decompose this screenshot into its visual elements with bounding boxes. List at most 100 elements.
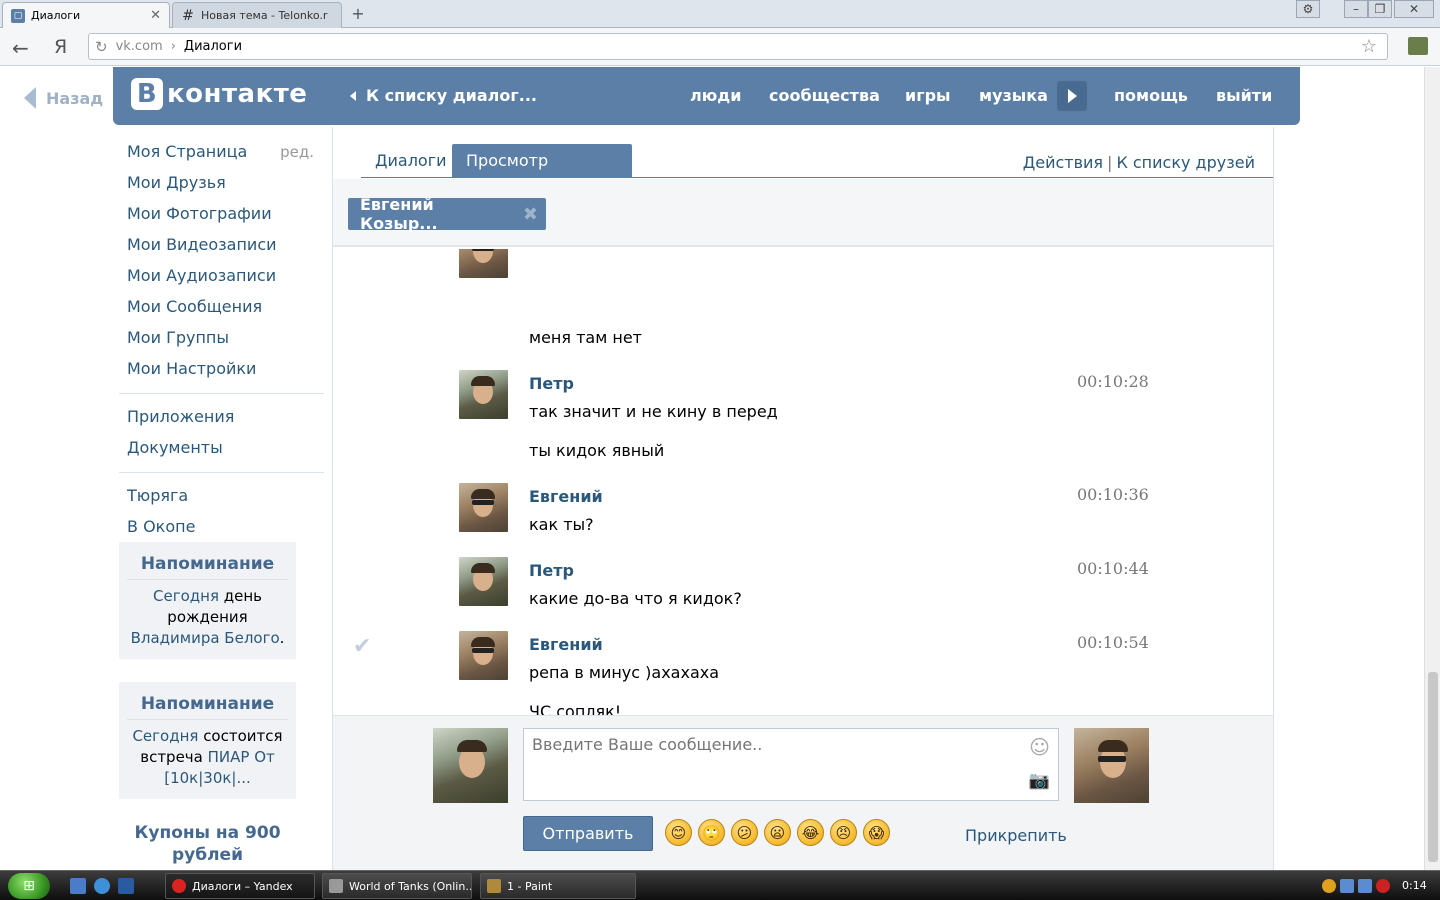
task-yandex[interactable]: Диалоги – Yandex: [165, 873, 315, 899]
sidebar-item-v-okope[interactable]: В Окопе: [119, 514, 324, 545]
nav-help[interactable]: помощь: [1114, 86, 1188, 105]
sidebar-item-groups[interactable]: Мои Группы: [119, 325, 324, 356]
bookmark-star-icon[interactable]: ☆: [1361, 36, 1377, 57]
nav-communities[interactable]: сообщества: [769, 86, 880, 105]
emoji-frown-icon[interactable]: 😦: [764, 819, 791, 846]
avatar[interactable]: [459, 249, 508, 278]
task-paint[interactable]: 1 - Paint: [480, 873, 636, 899]
message-sender[interactable]: Евгений: [529, 487, 603, 506]
my-avatar[interactable]: [433, 728, 508, 803]
omnibox[interactable]: ↻ vk.com › Диалоги ☆: [88, 33, 1388, 60]
sidebar-item-messages[interactable]: Мои Сообщения: [119, 294, 324, 325]
smiley-icon[interactable]: ☺: [1029, 735, 1050, 759]
reminder-person-link[interactable]: Владимира Белого: [131, 629, 280, 647]
actions-link[interactable]: Действия: [1023, 153, 1103, 172]
message-sender[interactable]: Евгений: [529, 635, 603, 654]
message-text: какие до-ва что я кидок?: [529, 589, 742, 608]
sidebar-item-settings[interactable]: Мои Настройки: [119, 356, 324, 387]
nav-games[interactable]: игры: [905, 86, 951, 105]
avatar[interactable]: [459, 370, 508, 419]
antivirus-icon[interactable]: [1376, 879, 1390, 893]
browser-tab-telonko[interactable]: # Новая тема - Telonko.r: [172, 2, 342, 28]
close-window-button[interactable]: ✕: [1394, 0, 1434, 18]
message-sender[interactable]: Петр: [529, 374, 574, 393]
message-input[interactable]: ☺ 📷: [523, 728, 1059, 801]
message-time: 00:10:44: [1077, 559, 1149, 578]
settings-gear-icon[interactable]: ⚙: [1296, 0, 1320, 18]
send-button[interactable]: Отправить: [523, 816, 653, 851]
network-icon[interactable]: [1358, 879, 1372, 893]
camera-icon[interactable]: 📷: [1029, 771, 1050, 791]
emoji-scream-icon[interactable]: 😱: [863, 819, 890, 846]
reminder-today-link[interactable]: Сегодня: [132, 727, 198, 745]
message-sender[interactable]: Петр: [529, 561, 574, 580]
dialog-chip[interactable]: Евгений Козыр... ✖: [348, 195, 546, 233]
extension-icon[interactable]: [1408, 37, 1428, 55]
avatar[interactable]: [459, 631, 508, 680]
sidebar-item-documents[interactable]: Документы: [119, 435, 324, 466]
nav-more-button[interactable]: [1057, 81, 1087, 111]
reminder-today-link[interactable]: Сегодня: [153, 587, 219, 605]
page-scrollbar[interactable]: [1424, 67, 1440, 870]
minimize-button[interactable]: –: [1344, 0, 1368, 18]
tray-icon[interactable]: [1322, 879, 1336, 893]
back-triangle-icon: [24, 87, 36, 109]
restore-button[interactable]: ❐: [1368, 0, 1392, 18]
page-viewport: Назад В контакте К списку диалог... люди…: [0, 67, 1424, 870]
coupon-ad-title[interactable]: Купоны на 900 рублей: [119, 822, 296, 866]
message-textarea[interactable]: [532, 735, 1050, 794]
save-icon[interactable]: [118, 878, 134, 894]
back-arrow-icon[interactable]: ←: [12, 36, 29, 60]
start-button[interactable]: ⊞: [8, 873, 50, 899]
address-bar-row: ← Я ↻ vk.com › Диалоги ☆: [0, 28, 1440, 66]
windows-taskbar: ⊞ Диалоги – Yandex World of Tanks (Onlin…: [0, 870, 1440, 900]
scroll-thumb[interactable]: [1428, 672, 1438, 862]
close-tab-icon[interactable]: ✕: [150, 8, 161, 23]
browser-tab-dialogs[interactable]: ▢ Диалоги ✕: [2, 2, 170, 28]
attach-link[interactable]: Прикрепить: [965, 826, 1067, 845]
show-desktop-icon[interactable]: [70, 878, 86, 894]
sidebar-item-photos[interactable]: Мои Фотографии: [119, 201, 324, 232]
emoji-roll-eyes-icon[interactable]: 🙄: [698, 819, 725, 846]
nav-music[interactable]: музыка: [979, 86, 1048, 105]
new-tab-button[interactable]: +: [348, 5, 368, 23]
emoji-laugh-icon[interactable]: 😂: [797, 819, 824, 846]
yandex-icon[interactable]: Я: [54, 36, 67, 58]
avatar[interactable]: [459, 557, 508, 606]
reminder-tail: .: [279, 629, 285, 647]
tab-dialogs[interactable]: Диалоги: [361, 144, 461, 178]
ie-icon[interactable]: [94, 878, 110, 894]
recipient-avatar[interactable]: [1074, 728, 1149, 803]
url-path: Диалоги: [183, 39, 243, 54]
vk-favicon-icon: ▢: [11, 8, 25, 23]
emoji-smile-icon[interactable]: 😊: [665, 819, 692, 846]
actions-separator: |: [1107, 153, 1113, 172]
clock[interactable]: 0:14: [1402, 879, 1427, 892]
emoji-confused-icon[interactable]: 😕: [731, 819, 758, 846]
sidebar-item-videos[interactable]: Мои Видеозаписи: [119, 232, 324, 263]
nav-logout[interactable]: выйти: [1216, 86, 1272, 105]
back-to-dialogs-link[interactable]: К списку диалог...: [350, 86, 537, 105]
reminder-title: Напоминание: [127, 554, 288, 580]
sidebar-divider: [119, 472, 324, 473]
edit-link[interactable]: ред.: [280, 139, 314, 165]
reminder-event: Напоминание Сегодня состоится встреча ПИ…: [119, 682, 296, 799]
tab-view-dialogs[interactable]: Просмотр диалогов: [452, 144, 632, 204]
sidebar-item-turyaga[interactable]: Тюряга: [119, 483, 324, 514]
back-link[interactable]: Назад: [24, 87, 103, 109]
close-chip-icon[interactable]: ✖: [523, 204, 538, 225]
message-text: репа в минус )ахахаха: [529, 663, 720, 682]
nav-people[interactable]: люди: [690, 86, 741, 105]
emoji-angry-icon[interactable]: 😠: [830, 819, 857, 846]
avatar[interactable]: [459, 483, 508, 532]
message-text: меня там нет: [529, 328, 642, 347]
sidebar-item-apps[interactable]: Приложения: [119, 404, 324, 435]
sidebar-item-audio[interactable]: Мои Аудиозаписи: [119, 263, 324, 294]
sidebar-item-friends[interactable]: Мои Друзья: [119, 170, 324, 201]
sidebar-item-my-page[interactable]: Моя Страница ред.: [119, 139, 324, 170]
reload-icon[interactable]: ↻: [95, 38, 108, 56]
vk-logo[interactable]: В контакте: [131, 78, 307, 110]
friends-list-link[interactable]: К списку друзей: [1116, 153, 1255, 172]
task-wot[interactable]: World of Tanks (Onlin...: [322, 873, 472, 899]
network-icon[interactable]: [1340, 879, 1354, 893]
